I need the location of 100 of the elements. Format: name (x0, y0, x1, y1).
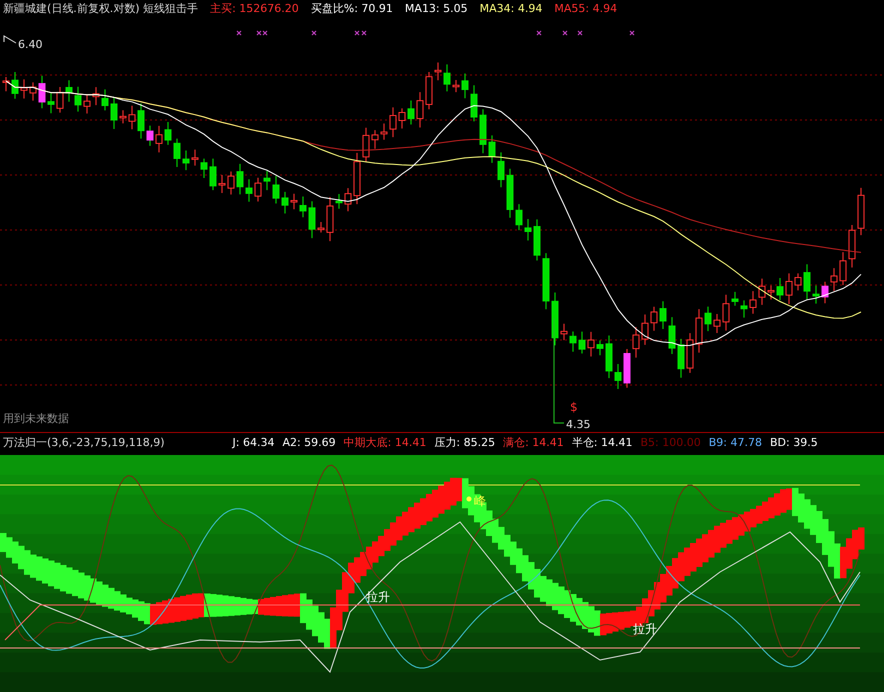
candlestick (84, 94, 90, 114)
candlestick (470, 84, 478, 122)
candlestick (596, 339, 604, 356)
candlestick (534, 218, 540, 261)
candlestick (462, 72, 468, 98)
candlestick (516, 203, 522, 230)
candlestick (444, 63, 450, 92)
candlestick (290, 192, 298, 210)
indicator-value: BD: 39.5 (770, 436, 818, 450)
candlestick (218, 174, 226, 194)
candlestick (128, 104, 136, 130)
indicator-value: 压力: 85.25 (434, 435, 496, 450)
candlestick (650, 306, 658, 331)
indicator-title: 万法归一(3,6,-23,75,19,118,9) (3, 435, 165, 450)
candlestick (38, 74, 46, 108)
candlestick (210, 158, 216, 190)
candlestick (390, 106, 396, 138)
indicator-value: 中期大底: 14.41 (344, 435, 426, 450)
candlestick (624, 348, 630, 388)
candlestick (182, 150, 190, 170)
candlestick (794, 272, 802, 290)
candlestick (498, 151, 504, 188)
candlestick (300, 196, 306, 218)
candlestick (768, 284, 774, 300)
candlestick (776, 277, 784, 300)
candlestick (632, 326, 640, 358)
candlestick (830, 267, 838, 291)
candlestick (786, 272, 792, 304)
candlestick (614, 363, 622, 389)
candlestick (858, 186, 864, 236)
candlestick (66, 79, 72, 102)
indicator-value: 满仓: 14.41 (503, 435, 564, 450)
candlestick (192, 148, 198, 166)
candlestick (74, 86, 82, 112)
candlestick (750, 290, 756, 314)
candlestick (506, 168, 514, 218)
candlestick (344, 187, 352, 212)
indicator-value: A2: 59.69 (282, 436, 336, 450)
indicator-value: 买盘比%: 70.91 (310, 1, 393, 16)
indicator-value: 主买: 152676.20 (210, 1, 299, 16)
indicator-value: MA34: 4.94 (480, 2, 542, 16)
indicator-value: B5: 100.00 (640, 436, 701, 450)
candlestick (120, 109, 126, 124)
candlestick (200, 158, 208, 178)
candlestick (426, 71, 432, 110)
candlestick (804, 263, 810, 300)
candlestick (732, 290, 738, 306)
candlestick (758, 278, 766, 305)
candlestick (570, 330, 576, 352)
chart-title: 新疆城建(日线.前复权.对数) 短线狙击手 (3, 1, 198, 16)
candlestick (102, 88, 108, 110)
candlestick (380, 122, 388, 140)
candlestick (336, 193, 342, 209)
low-price-label: 4.35 (566, 418, 590, 431)
indicator-value: B9: 47.78 (708, 436, 762, 450)
candlestick (246, 178, 252, 202)
candlestick (578, 330, 586, 354)
candlestick (542, 252, 550, 310)
candlestick (156, 124, 162, 152)
candlestick (848, 224, 856, 268)
candlestick (524, 218, 532, 241)
candlestick (318, 221, 324, 233)
candlestick (354, 152, 360, 204)
candlestick (174, 138, 180, 168)
candlestick (660, 300, 666, 329)
candlestick (642, 314, 648, 345)
candlestick (560, 322, 568, 340)
candlestick (92, 86, 100, 106)
indicator-value: 半仓: 14.41 (572, 435, 632, 450)
candlestick (416, 91, 424, 128)
candlestick (434, 62, 442, 80)
candlestick (704, 306, 712, 332)
candlestick (146, 124, 154, 146)
peak-label: 峰 (474, 494, 486, 508)
candlestick (326, 196, 334, 242)
candlestick (408, 100, 414, 125)
candlestick (362, 126, 370, 162)
candlestick (2, 76, 10, 92)
candlestick (714, 312, 720, 334)
candlestick (110, 96, 118, 129)
candlestick (12, 71, 18, 99)
candlestick (552, 292, 558, 346)
signal-mark: $ (570, 400, 578, 414)
candlestick (254, 176, 262, 202)
dot-icon (466, 496, 472, 502)
candlestick (678, 338, 684, 378)
candlestick (372, 129, 378, 149)
candlestick (264, 170, 270, 190)
indicator-value: J: 64.34 (232, 436, 274, 450)
candlestick (48, 92, 54, 114)
candlestick (164, 121, 172, 145)
rise-label: 拉升 (366, 590, 390, 604)
candlestick (138, 102, 144, 139)
candlestick (606, 334, 612, 378)
indicator-value: MA55: 4.94 (554, 2, 618, 16)
candlestick (822, 280, 828, 304)
candlestick (236, 162, 244, 194)
high-price-label: 6.40 (18, 38, 42, 51)
candlestick (308, 200, 316, 238)
candlestick (668, 316, 676, 354)
